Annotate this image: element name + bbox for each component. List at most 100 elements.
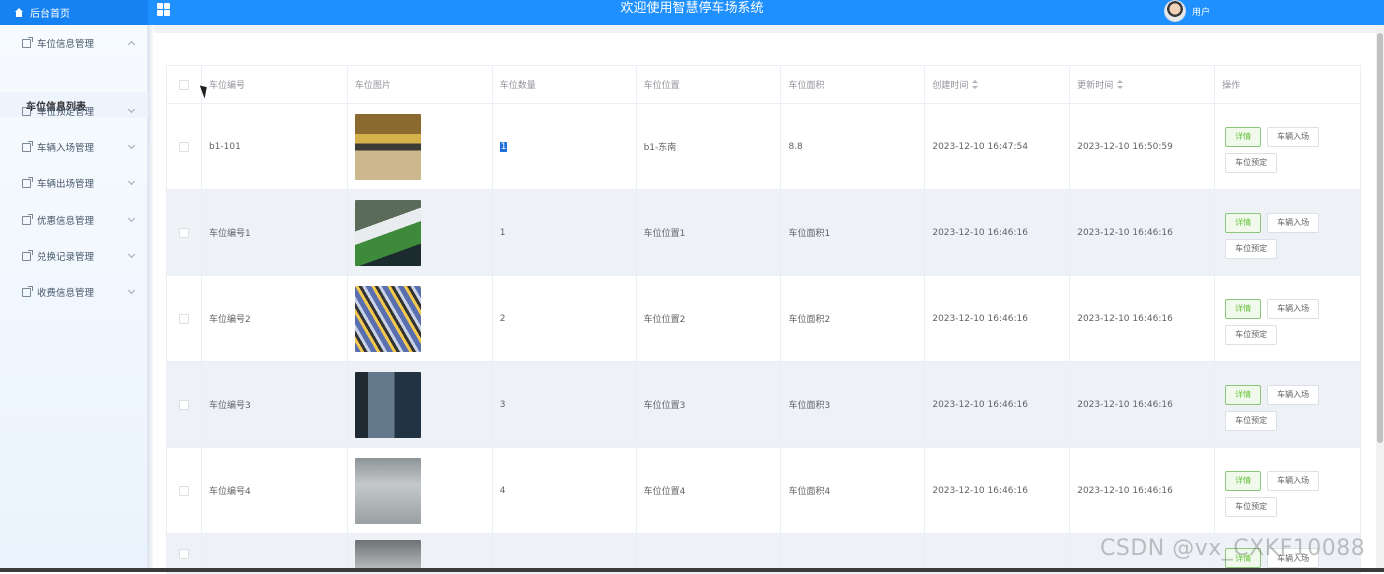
sort-icon[interactable] [1117, 79, 1124, 90]
reserve-button[interactable]: 车位预定 [1225, 152, 1278, 173]
vehicle-entry-button[interactable]: 车辆入场 [1267, 212, 1320, 233]
home-link[interactable]: 后台首页 [0, 0, 148, 25]
reserve-button[interactable]: 车位预定 [1225, 496, 1278, 517]
row-checkbox[interactable] [178, 399, 189, 410]
cell-created: 2023-12-10 16:46:16 [925, 448, 1071, 533]
column-header: 操作 [1215, 66, 1361, 103]
grid-menu-icon[interactable] [157, 3, 170, 16]
chevron-up-icon [127, 40, 136, 49]
user-label: 用户 [1192, 7, 1211, 18]
sidebar-item-label: 车位预定管理 [37, 107, 95, 118]
column-header-label: 创建时间 [932, 81, 969, 91]
chevron-down-icon [127, 214, 136, 223]
cell-code: 车位编号2 [201, 276, 348, 361]
vehicle-entry-button[interactable]: 车辆入场 [1267, 384, 1320, 405]
sidebar-item-parking-info[interactable]: 车位信息管理 [0, 28, 148, 58]
detail-button[interactable]: 详情 [1225, 212, 1262, 233]
avatar[interactable] [1164, 0, 1186, 22]
page-scrollbar[interactable] [1376, 25, 1384, 572]
parking-photo[interactable] [354, 371, 421, 438]
cell-created: 2023-12-10 16:46:16 [925, 276, 1071, 361]
chevron-down-icon [127, 177, 136, 186]
select-all-checkbox[interactable] [178, 79, 189, 90]
external-link-icon [22, 36, 33, 48]
cell-qty: 1 [492, 190, 637, 275]
column-header: 车位图片 [347, 66, 493, 103]
sort-icon[interactable] [972, 79, 979, 90]
sidebar-item-label: 车辆入场管理 [37, 143, 95, 154]
row-checkbox[interactable] [178, 313, 189, 324]
sidebar-item-label: 兑换记录管理 [37, 252, 95, 263]
vehicle-entry-button[interactable]: 车辆入场 [1267, 470, 1320, 491]
external-link-icon [22, 249, 33, 261]
watermark: CSDN @vx_CXKF10088 [1100, 536, 1366, 561]
cell-created: 2023-12-10 16:47:54 [925, 104, 1071, 189]
cell-area: 车位面积4 [781, 448, 926, 533]
sidebar-item-redemption[interactable]: 兑换记录管理 [0, 241, 148, 271]
detail-button[interactable]: 详情 [1225, 384, 1262, 405]
table-row: 车位编号2 2 车位位置2 车位面积2 2023-12-10 16:46:16 … [167, 276, 1361, 362]
table-row: 车位编号4 4 车位位置4 车位面积4 2023-12-10 16:46:16 … [167, 448, 1361, 534]
row-checkbox[interactable] [178, 141, 189, 152]
sidebar: 车位信息管理 车位信息列表 车位预定管理 车辆入场管理 车辆出场管理 优惠信息管… [0, 25, 148, 572]
sidebar-item-vehicle-entry[interactable]: 车辆入场管理 [0, 132, 148, 162]
column-header: 车位面积 [781, 66, 926, 103]
user-menu[interactable]: 用户 [1164, 0, 1210, 22]
parking-photo[interactable] [354, 540, 421, 568]
external-link-icon [22, 213, 33, 225]
sidebar-item-fees[interactable]: 收费信息管理 [0, 277, 148, 307]
chevron-down-icon [127, 105, 136, 114]
cell-area: 车位面积3 [781, 362, 926, 447]
home-label: 后台首页 [30, 9, 70, 20]
reserve-button[interactable]: 车位预定 [1225, 324, 1278, 345]
detail-button[interactable]: 详情 [1225, 470, 1262, 491]
external-link-icon [22, 176, 33, 188]
sidebar-item-discount[interactable]: 优惠信息管理 [0, 205, 148, 235]
cell-location: 车位位置2 [636, 276, 782, 361]
column-header-sortable[interactable]: 创建时间 [925, 66, 1071, 103]
row-checkbox[interactable] [178, 548, 189, 559]
cell-qty: 1 [499, 141, 508, 152]
content-top-strip [154, 25, 1376, 33]
external-link-icon [22, 104, 33, 116]
table-row: b1-101 1 b1-东南 8.8 2023-12-10 16:47:54 2… [167, 104, 1361, 190]
cell-area: 车位面积2 [781, 276, 926, 361]
column-header-sortable[interactable]: 更新时间 [1070, 66, 1216, 103]
cell-created: 2023-12-10 16:46:16 [925, 362, 1071, 447]
parking-photo[interactable] [354, 113, 421, 180]
column-header: 车位数量 [492, 66, 637, 103]
vehicle-entry-button[interactable]: 车辆入场 [1267, 298, 1320, 319]
cell-updated: 2023-12-10 16:46:16 [1070, 276, 1216, 361]
scrollbar-thumb[interactable] [1377, 33, 1383, 443]
sidebar-item-vehicle-exit[interactable]: 车辆出场管理 [0, 168, 148, 198]
row-checkbox[interactable] [178, 485, 189, 496]
cell-qty: 2 [492, 276, 637, 361]
cell-area: 8.8 [781, 104, 926, 189]
cell-updated: 2023-12-10 16:50:59 [1070, 104, 1216, 189]
bottom-edge [0, 568, 1384, 572]
external-link-icon [22, 285, 33, 297]
cell-location: 车位位置1 [636, 190, 782, 275]
chevron-down-icon [127, 141, 136, 150]
table-header: 车位编号 车位图片 车位数量 车位位置 车位面积 创建时间 更新时间 操作 [167, 66, 1361, 104]
cell-updated: 2023-12-10 16:46:16 [1070, 362, 1216, 447]
column-header: 车位编号 [201, 66, 348, 103]
detail-button[interactable]: 详情 [1225, 126, 1262, 147]
cell-location: 车位位置3 [636, 362, 782, 447]
reserve-button[interactable]: 车位预定 [1225, 238, 1278, 259]
sidebar-item-label: 收费信息管理 [37, 288, 95, 299]
cell-area: 车位面积1 [781, 190, 926, 275]
column-header-label: 更新时间 [1077, 81, 1114, 91]
reserve-button[interactable]: 车位预定 [1225, 410, 1278, 431]
vehicle-entry-button[interactable]: 车辆入场 [1267, 126, 1320, 147]
cell-updated: 2023-12-10 16:46:16 [1070, 448, 1216, 533]
sidebar-item-label: 优惠信息管理 [37, 216, 95, 227]
parking-photo[interactable] [354, 199, 421, 266]
sidebar-item-reservation[interactable]: 车位预定管理 [0, 96, 148, 126]
parking-photo[interactable] [354, 285, 421, 352]
cell-location: 车位位置4 [636, 448, 782, 533]
sidebar-item-label: 车位信息管理 [37, 39, 95, 50]
row-checkbox[interactable] [178, 227, 189, 238]
detail-button[interactable]: 详情 [1225, 298, 1262, 319]
parking-photo[interactable] [354, 457, 421, 524]
